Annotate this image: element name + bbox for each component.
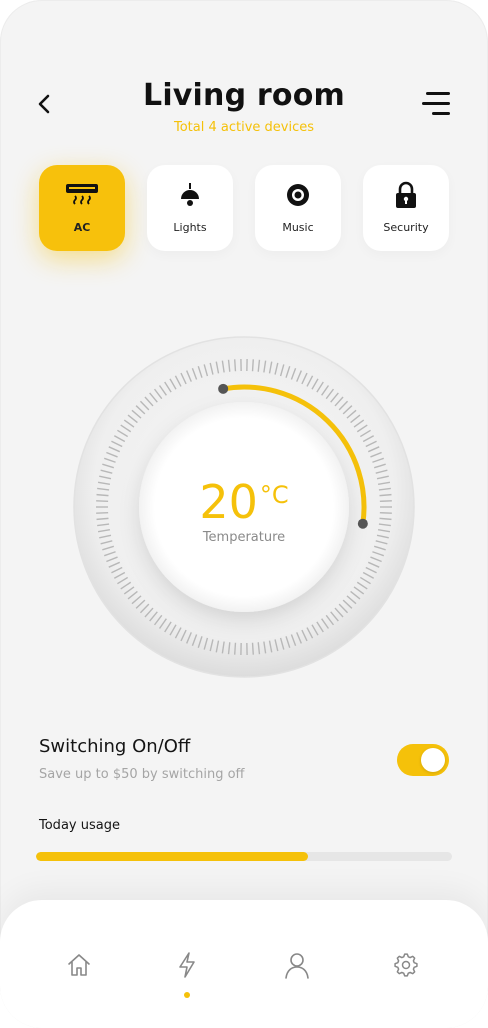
gear-center <box>401 960 411 970</box>
dial-tick <box>251 642 254 655</box>
lightning-icon <box>179 952 195 978</box>
dial-tick <box>234 359 237 372</box>
gear-outline <box>394 953 418 977</box>
menu-icon-line <box>422 102 450 105</box>
app-screen: Living room Total 4 active devices AC Li… <box>0 0 488 1028</box>
tab-energy[interactable] <box>170 948 204 982</box>
temperature-unit: °C <box>259 481 289 509</box>
header: Living room Total 4 active devices <box>0 70 488 150</box>
today-usage-label: Today usage <box>39 818 120 833</box>
user-icon <box>285 953 309 979</box>
speaker-icon <box>285 181 311 209</box>
device-label: Security <box>383 221 429 234</box>
usage-progress-bar <box>36 852 452 861</box>
switching-subtitle: Save up to $50 by switching off <box>39 767 245 782</box>
switching-title: Switching On/Off <box>39 736 191 757</box>
dial-tick <box>234 642 237 655</box>
toggle-knob <box>421 748 445 772</box>
device-tab-lights[interactable]: Lights <box>147 165 233 251</box>
device-tab-ac[interactable]: AC <box>39 165 125 251</box>
dial-tick <box>251 359 254 372</box>
device-label: Music <box>282 221 314 234</box>
temperature-number: 20 <box>199 475 258 529</box>
settings-gear-icon <box>394 953 418 977</box>
home-icon <box>68 954 90 976</box>
menu-icon-line <box>432 112 450 115</box>
ceiling-lamp-icon <box>177 181 203 209</box>
page-title: Living room <box>143 78 345 113</box>
switching-toggle[interactable] <box>397 744 449 776</box>
device-label: Lights <box>173 221 207 234</box>
device-tab-security[interactable]: Security <box>363 165 449 251</box>
device-selector: AC Lights Music Security <box>39 165 449 251</box>
lock-icon <box>394 181 418 209</box>
temperature-label: Temperature <box>202 530 286 545</box>
air-conditioner-icon <box>65 181 99 209</box>
menu-button[interactable] <box>418 88 454 120</box>
temperature-value: 20°C <box>0 475 488 529</box>
active-devices-count: Total 4 active devices <box>173 120 315 135</box>
arc-start-handle[interactable] <box>218 383 229 394</box>
device-tab-music[interactable]: Music <box>255 165 341 251</box>
tab-home[interactable] <box>62 948 96 982</box>
tab-profile[interactable] <box>280 948 314 982</box>
usage-progress-fill <box>36 852 309 861</box>
active-tab-indicator <box>184 992 190 998</box>
tab-settings[interactable] <box>389 948 423 982</box>
device-label: AC <box>73 221 91 234</box>
bottom-tab-bar <box>0 900 488 1028</box>
menu-icon-line <box>426 92 450 95</box>
